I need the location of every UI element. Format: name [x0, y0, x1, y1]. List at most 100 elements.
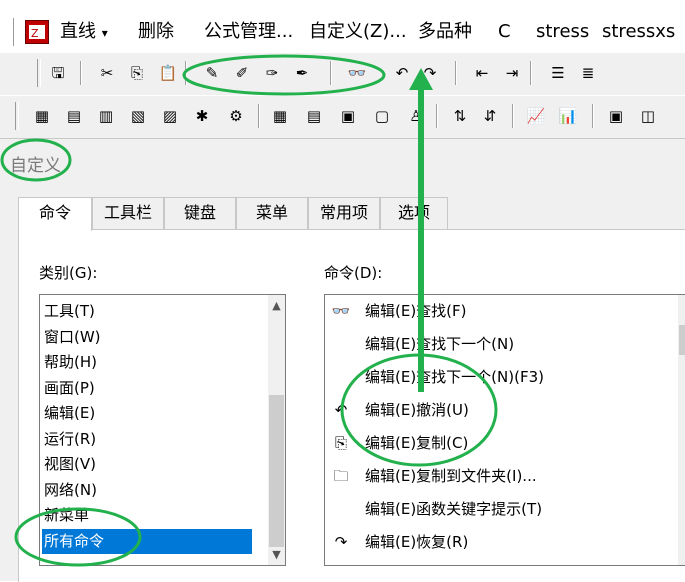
draw-line-icon[interactable]: ✎	[200, 61, 224, 85]
scroll-up-icon[interactable]: ▲	[268, 297, 285, 314]
commands-scrollbar[interactable]	[678, 295, 685, 565]
command-item[interactable]: ↷ 编辑(E)恢复(R)	[325, 530, 675, 558]
toolbar-separator	[185, 61, 187, 85]
toolbar-separator	[592, 104, 594, 128]
svg-text:Z: Z	[31, 27, 39, 40]
paste-icon[interactable]: 📋	[156, 61, 180, 85]
menu-customize[interactable]: 自定义(Z)...	[309, 20, 407, 44]
undo-icon[interactable]: ↶	[390, 61, 414, 85]
new-formula-icon[interactable]: ▦	[30, 104, 54, 128]
uncomment-icon[interactable]: ≣	[576, 61, 600, 85]
command-label: 编辑(E)查找下一个(N)(F3)	[365, 368, 544, 386]
category-item[interactable]: 网络(N)	[44, 478, 97, 503]
sort-ascending-icon[interactable]: ⇅	[448, 104, 472, 128]
categories-listbox[interactable]: 工具(T) 窗口(W) 帮助(H) 画面(P) 编辑(E) 运行(R) 视图(V) 网络(N)…	[39, 294, 286, 566]
menu-multi-variety[interactable]: 多品种	[418, 20, 472, 44]
tab-menu[interactable]: 菜单	[236, 197, 308, 229]
tab-toolbars[interactable]: 工具栏	[92, 197, 164, 229]
copy-to-folder-icon: 🗀	[333, 467, 349, 485]
menubar-grip[interactable]	[13, 18, 17, 46]
command-label: 编辑(E)复制(C)	[365, 434, 469, 452]
command-item[interactable]: 🗀 编辑(E)复制到文件夹(I)...	[325, 464, 675, 492]
chevron-down-icon: ▾	[101, 26, 108, 40]
toolbar-grip[interactable]	[15, 102, 19, 130]
category-item[interactable]: 编辑(E)	[44, 401, 95, 426]
indent-decrease-icon[interactable]: ⇤	[470, 61, 494, 85]
menu-delete[interactable]: 删除	[138, 20, 174, 44]
menu-stress[interactable]: stress	[536, 20, 589, 44]
menu-stressxs[interactable]: stressxs	[602, 20, 675, 44]
formula-6-icon[interactable]: ✱	[190, 104, 214, 128]
formula-4-icon[interactable]: ▧	[126, 104, 150, 128]
line-chart-icon[interactable]: 📈	[524, 104, 548, 128]
categories-scrollbar[interactable]: ▲ ▼	[268, 295, 285, 565]
bar-chart-icon[interactable]: 📊	[556, 104, 580, 128]
move-line-icon[interactable]: ✑	[260, 61, 284, 85]
list-view-icon[interactable]: ▤	[302, 104, 326, 128]
command-label: 编辑(E)恢复(R)	[365, 533, 469, 551]
formula-5-icon[interactable]: ▨	[158, 104, 182, 128]
edit-line-icon[interactable]: ✐	[230, 61, 254, 85]
sort-descending-icon[interactable]: ⇵	[478, 104, 502, 128]
redo-icon[interactable]: ↷	[418, 61, 442, 85]
form-view-icon[interactable]: ▣	[336, 104, 360, 128]
toolbar-separator	[436, 104, 438, 128]
toolbar-grip[interactable]	[37, 59, 41, 87]
command-item[interactable]: 编辑(E)查找下一个(N)(F3)	[325, 365, 675, 393]
command-item[interactable]: 编辑(E)查找下一个(N)	[325, 332, 675, 360]
copy-icon: ⎘	[334, 434, 347, 452]
menubar: Z 直线 ▾ 删除 公式管理... 自定义(Z)... 多品种 C stress…	[0, 0, 685, 52]
find-binoculars-icon: 👓	[331, 302, 351, 320]
category-item[interactable]: 工具(T)	[44, 299, 95, 324]
category-item[interactable]: 帮助(H)	[44, 350, 97, 375]
category-item[interactable]: 运行(R)	[44, 427, 96, 452]
delete-line-icon[interactable]: ✒	[290, 61, 314, 85]
command-item[interactable]: ↶ 编辑(E)撤消(U)	[325, 398, 675, 426]
menu-formula-manager[interactable]: 公式管理...	[204, 20, 293, 44]
category-item[interactable]: 窗口(W)	[44, 325, 101, 350]
formula-7-icon[interactable]: ⚙	[224, 104, 248, 128]
cut-icon[interactable]: ✂	[95, 61, 119, 85]
copy-icon[interactable]: ⎘	[125, 61, 149, 85]
toolbar-separator	[530, 61, 532, 85]
redo-icon: ↷	[334, 533, 348, 551]
category-item[interactable]: 视图(V)	[44, 452, 96, 477]
save-icon[interactable]: 🖫	[46, 61, 70, 85]
window-1-icon[interactable]: ▣	[604, 104, 628, 128]
command-item[interactable]: 👓 编辑(E)查找(F)	[325, 299, 675, 327]
tab-keyboard[interactable]: 键盘	[164, 197, 236, 229]
menu-line[interactable]: 直线 ▾	[60, 20, 108, 45]
toolbar-formula: ▦ ▤ ▥ ▧ ▨ ✱ ⚙ ▦ ▤ ▣ ▢ ♙ ⇅ ⇵ 📈 📊 ▣ ◫	[0, 95, 685, 139]
formula-2-icon[interactable]: ▤	[62, 104, 86, 128]
tab-commands[interactable]: 命令	[18, 197, 92, 231]
window-view-icon[interactable]: ▢	[370, 104, 394, 128]
tab-page-commands: 类别(G): 命令(D): 工具(T) 窗口(W) 帮助(H) 画面(P) 编辑(E) 运…	[18, 229, 685, 582]
toolbar-separator	[455, 61, 457, 85]
undo-icon: ↶	[334, 401, 348, 419]
category-item[interactable]: 画面(P)	[44, 376, 95, 401]
window-2-icon[interactable]: ◫	[636, 104, 660, 128]
comment-icon[interactable]: ☰	[546, 61, 570, 85]
category-item[interactable]: 所有命令	[42, 528, 252, 554]
tab-options[interactable]: 选项	[380, 197, 448, 229]
find-binoculars-icon[interactable]: 👓	[345, 61, 369, 85]
scroll-down-icon[interactable]: ▼	[268, 546, 285, 563]
menu-c[interactable]: C	[498, 20, 511, 44]
commands-listbox[interactable]: 👓 编辑(E)查找(F) 编辑(E)查找下一个(N) 编辑(E)查找下一个(N)(F3…	[324, 294, 685, 566]
command-item[interactable]: 编辑(E)函数关键字提示(T)	[325, 497, 675, 525]
tab-favorites[interactable]: 常用项	[308, 197, 380, 229]
toolbar-separator	[330, 61, 332, 85]
grid-view-icon[interactable]: ▦	[268, 104, 292, 128]
scroll-thumb[interactable]	[679, 325, 685, 355]
commands-label: 命令(D):	[324, 264, 383, 282]
command-label: 编辑(E)查找下一个(N)	[365, 335, 515, 353]
command-item[interactable]: ⎘ 编辑(E)复制(C)	[325, 431, 675, 459]
indent-increase-icon[interactable]: ⇥	[500, 61, 524, 85]
person-icon[interactable]: ♙	[404, 104, 428, 128]
formula-3-icon[interactable]: ▥	[94, 104, 118, 128]
command-label: 编辑(E)查找(F)	[365, 302, 467, 320]
category-item[interactable]: 新菜单	[44, 503, 89, 528]
scroll-thumb[interactable]	[269, 395, 284, 547]
customize-dialog: 自定义 命令 工具栏 键盘 菜单 常用项 选项 类别(G): 命令(D): 工具…	[0, 138, 685, 582]
app-logo-icon[interactable]: Z	[25, 20, 49, 44]
